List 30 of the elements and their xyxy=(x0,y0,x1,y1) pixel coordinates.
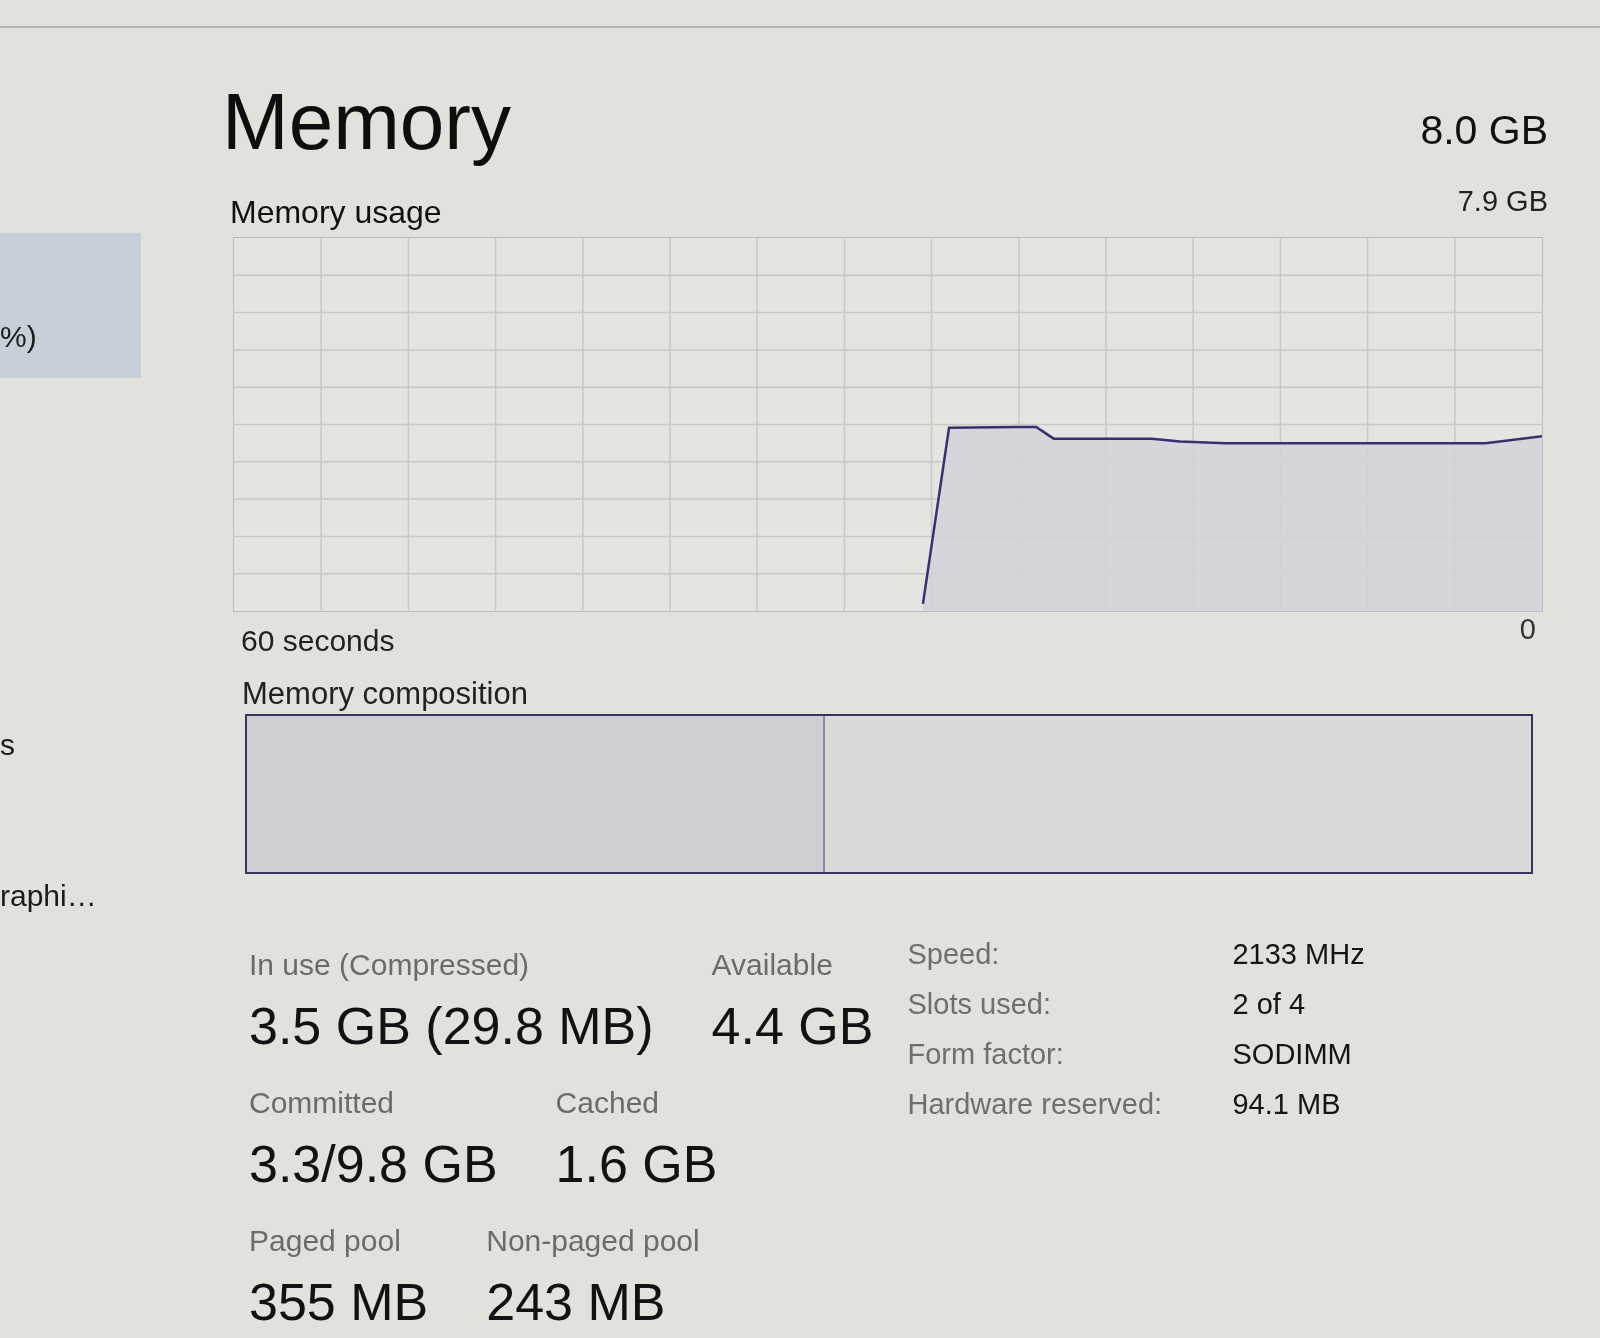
stat-value: 243 MB xyxy=(486,1275,666,1329)
stat-value: 4.4 GB xyxy=(711,999,874,1053)
spec-label: Speed: xyxy=(907,937,1000,972)
section-label: Memory composition xyxy=(242,677,528,711)
sidebar-item[interactable]: %) xyxy=(0,233,141,378)
spec-value: SODIMM xyxy=(1232,1037,1352,1072)
page-title: Memory xyxy=(222,76,511,168)
graph-max-label: 7.9 GB xyxy=(1457,184,1548,218)
stat-label: Non-paged pool xyxy=(486,1223,700,1259)
spec-label: Slots used: xyxy=(907,987,1051,1022)
stat-label: Cached xyxy=(555,1085,659,1121)
stat-label: In use (Compressed) xyxy=(249,947,530,983)
stat-label: Committed xyxy=(249,1085,395,1121)
stat-value: 3.3/9.8 GB xyxy=(249,1137,498,1191)
spec-value: 94.1 MB xyxy=(1232,1087,1341,1122)
spec-label: Hardware reserved: xyxy=(907,1087,1163,1122)
spec-value: 2 of 4 xyxy=(1232,987,1306,1022)
sidebar-item[interactable]: raphi… xyxy=(0,878,97,914)
graph-min-label: 0 xyxy=(1519,612,1536,646)
stat-value: 1.6 GB xyxy=(555,1137,718,1191)
spec-label: Form factor: xyxy=(907,1037,1064,1072)
time-span-label: 60 seconds xyxy=(241,624,395,658)
stat-value: 3.5 GB (29.8 MB) xyxy=(249,999,654,1053)
sidebar-item[interactable]: s xyxy=(0,727,15,763)
total-memory-text: 8.0 GB xyxy=(1420,106,1548,154)
stat-label: Available xyxy=(711,947,833,983)
graph-title: Memory usage xyxy=(230,193,442,231)
spec-value: 2133 MHz xyxy=(1232,937,1365,972)
stat-value: 355 MB xyxy=(249,1275,429,1329)
stat-label: Paged pool xyxy=(249,1223,401,1259)
